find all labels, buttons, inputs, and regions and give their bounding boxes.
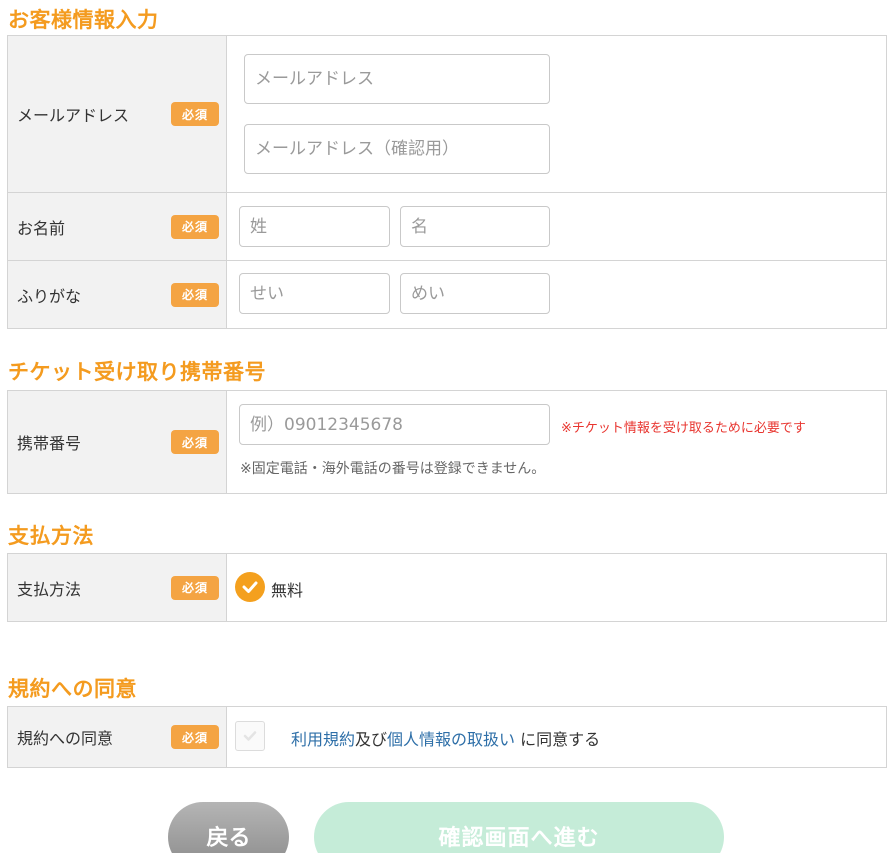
terms-label-cell: 規約への同意 必須 <box>8 707 227 767</box>
section-title-terms: 規約への同意 <box>8 677 137 701</box>
terms-label: 規約への同意 <box>17 729 114 748</box>
section-title-customer-info: お客様情報入力 <box>8 8 159 32</box>
check-icon <box>242 581 258 593</box>
section-title-payment: 支払方法 <box>8 524 94 548</box>
payment-option-label[interactable]: 無料 <box>271 577 303 601</box>
phone-input[interactable] <box>239 404 550 445</box>
last-furigana-input[interactable] <box>239 273 390 314</box>
back-button-label: 戻る <box>206 826 251 851</box>
furigana-label-cell: ふりがな 必須 <box>8 261 227 328</box>
email-value-cell <box>227 36 886 192</box>
payment-label: 支払方法 <box>17 579 82 599</box>
last-name-input[interactable] <box>239 206 390 247</box>
name-row: お名前 必須 <box>8 193 886 261</box>
customer-info-table: メールアドレス 必須 お名前 必須 ふりがな 必須 <box>7 35 887 329</box>
name-label-cell: お名前 必須 <box>8 193 227 260</box>
phone-value-cell: ※チケット情報を受け取るために必要です ※固定電話・海外電話の番号は登録できませ… <box>227 391 886 493</box>
email-label-cell: メールアドレス 必須 <box>8 36 227 192</box>
required-badge: 必須 <box>171 102 219 126</box>
name-value-cell <box>227 193 886 260</box>
phone-required-note: ※チケット情報を受け取るために必要です <box>561 421 806 436</box>
next-button-label: 確認画面へ進む <box>438 826 600 851</box>
phone-label-cell: 携帯番号 必須 <box>8 391 227 493</box>
next-button[interactable]: 確認画面へ進む <box>314 802 724 853</box>
payment-radio-checked[interactable] <box>235 572 265 602</box>
terms-row: 規約への同意 必須 利用規約及び個人情報の取扱い に同意する <box>8 707 886 768</box>
and-text: 及び <box>355 730 388 749</box>
privacy-link[interactable]: 個人情報の取扱い <box>387 730 515 749</box>
furigana-value-cell <box>227 261 886 328</box>
email-row: メールアドレス 必須 <box>8 36 886 193</box>
agree-suffix: に同意する <box>515 730 601 749</box>
required-badge: 必須 <box>171 282 219 307</box>
email-input[interactable] <box>244 54 550 104</box>
back-button[interactable]: 戻る <box>168 802 289 853</box>
email-label: メールアドレス <box>17 106 130 125</box>
payment-row: 支払方法 必須 無料 <box>8 554 886 622</box>
ticket-phone-table: 携帯番号 必須 ※チケット情報を受け取るために必要です ※固定電話・海外電話の番… <box>7 390 887 494</box>
terms-value-cell: 利用規約及び個人情報の取扱い に同意する <box>227 707 886 767</box>
required-badge: 必須 <box>171 575 219 600</box>
phone-row: 携帯番号 必須 ※チケット情報を受け取るために必要です ※固定電話・海外電話の番… <box>8 391 886 494</box>
phone-label: 携帯番号 <box>17 434 82 453</box>
agree-text: 利用規約及び個人情報の取扱い に同意する <box>291 726 600 750</box>
payment-value-cell: 無料 <box>227 554 886 621</box>
agree-checkbox[interactable] <box>235 721 265 751</box>
name-label: お名前 <box>17 218 66 238</box>
payment-table: 支払方法 必須 無料 <box>7 553 887 622</box>
furigana-row: ふりがな 必須 <box>8 261 886 329</box>
check-icon <box>243 731 257 741</box>
first-name-input[interactable] <box>400 206 550 247</box>
required-badge: 必須 <box>171 430 219 454</box>
required-badge: 必須 <box>171 214 219 239</box>
payment-label-cell: 支払方法 必須 <box>8 554 227 621</box>
furigana-label: ふりがな <box>17 286 82 306</box>
first-furigana-input[interactable] <box>400 273 550 314</box>
terms-table: 規約への同意 必須 利用規約及び個人情報の取扱い に同意する <box>7 706 887 768</box>
section-title-ticket-phone: チケット受け取り携帯番号 <box>8 360 266 384</box>
email-confirm-input[interactable] <box>244 124 550 174</box>
terms-link[interactable]: 利用規約 <box>291 730 355 749</box>
phone-restriction-note: ※固定電話・海外電話の番号は登録できません。 <box>240 461 546 477</box>
required-badge: 必須 <box>171 725 219 749</box>
